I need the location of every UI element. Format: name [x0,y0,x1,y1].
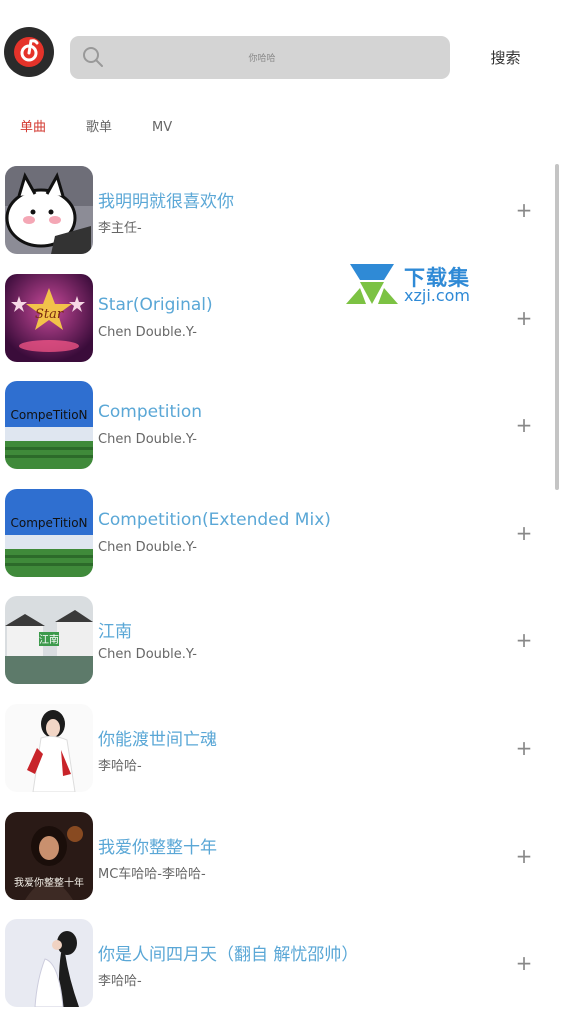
song-artist: Chen Double.Y- [98,432,197,448]
song-row[interactable]: 江南 江南 Chen Double.Y- + [0,590,550,698]
add-icon[interactable]: + [512,306,536,330]
song-artist: Chen Double.Y- [98,324,197,340]
svg-text:Star: Star [35,307,64,322]
girl-red-white-cover [5,703,93,792]
song-title: 你能渡世间亡魂 [98,729,217,750]
song-row[interactable]: CompeTitioN Competition(Extended Mix) Ch… [0,483,550,591]
cartoon-pig-cover [5,166,93,254]
add-icon[interactable]: + [512,413,536,437]
girl-dark-cover: 我爱你整整十年 [5,811,93,900]
svg-text:我爱你整整十年: 我爱你整整十年 [14,876,84,889]
category-tabs: 单曲 歌单 MV [0,114,562,142]
svg-text:江南: 江南 [39,633,59,646]
download-arrow-icon [346,264,398,304]
song-title: Competition(Extended Mix) [98,509,331,530]
search-input[interactable] [110,36,414,81]
album-cover: CompeTitioN [5,381,93,470]
song-row[interactable]: 我明明就很喜欢你 李主任- + [0,160,550,268]
svg-text:CompeTitioN: CompeTitioN [10,408,87,422]
site-watermark: 下载集 xzji.com [344,262,484,308]
song-row[interactable]: 你是人间四月天（翻自 解忧邵帅） 李哈哈- + [0,913,550,1021]
netease-music-logo[interactable] [4,27,54,77]
music-logo-icon [8,31,50,73]
song-row[interactable]: CompeTitioN Competition Chen Double.Y- + [0,375,550,483]
search-button[interactable]: 搜索 [478,45,533,71]
add-icon[interactable]: + [512,521,536,545]
search-bar[interactable] [70,36,450,81]
song-artist: 李主任- [98,221,142,236]
song-title: 我明明就很喜欢你 [98,192,234,212]
album-cover [5,166,93,254]
add-icon[interactable]: + [512,844,536,868]
girl-light-cover [5,919,93,1008]
album-cover [5,703,93,792]
song-artist: Chen Double.Y- [98,539,197,555]
water-town-cover: 江南 [5,596,93,685]
song-title: 你是人间四月天（翻自 解忧邵帅） [98,945,359,966]
star-stage-cover: Star [5,273,93,362]
album-cover: CompeTitioN [5,488,93,577]
tab-mv[interactable]: MV [152,114,172,142]
album-cover: 江南 [5,596,93,685]
stadium-cover: CompeTitioN [5,381,93,470]
add-icon[interactable]: + [512,198,536,222]
header: 搜索 [0,0,562,110]
song-artist: 李哈哈- [98,974,142,990]
song-title: Competition [98,402,203,423]
svg-text:CompeTitioN: CompeTitioN [10,516,87,530]
add-icon[interactable]: + [512,736,536,760]
song-row[interactable]: 你能渡世间亡魂 李哈哈- + [0,698,550,806]
song-artist: 李哈哈- [98,758,142,774]
album-cover: Star [5,273,93,362]
tab-single[interactable]: 单曲 [20,114,46,142]
search-icon [83,47,103,67]
song-row[interactable]: 我爱你整整十年 我爱你整整十年 MC车哈哈-李哈哈- + [0,806,550,914]
song-artist: MC车哈哈-李哈哈- [98,866,206,882]
add-icon[interactable]: + [512,628,536,652]
song-title: 我爱你整整十年 [98,837,217,858]
add-icon[interactable]: + [512,951,536,975]
stadium-cover: CompeTitioN [5,488,93,577]
song-artist: Chen Double.Y- [98,647,197,663]
song-title: Star(Original) [98,294,213,315]
song-title: 江南 [98,622,132,643]
scrollbar[interactable] [555,164,559,490]
watermark-en-text: xzji.com [404,286,471,305]
album-cover: 我爱你整整十年 [5,811,93,900]
album-cover [5,919,93,1008]
tab-playlist[interactable]: 歌单 [86,114,112,142]
